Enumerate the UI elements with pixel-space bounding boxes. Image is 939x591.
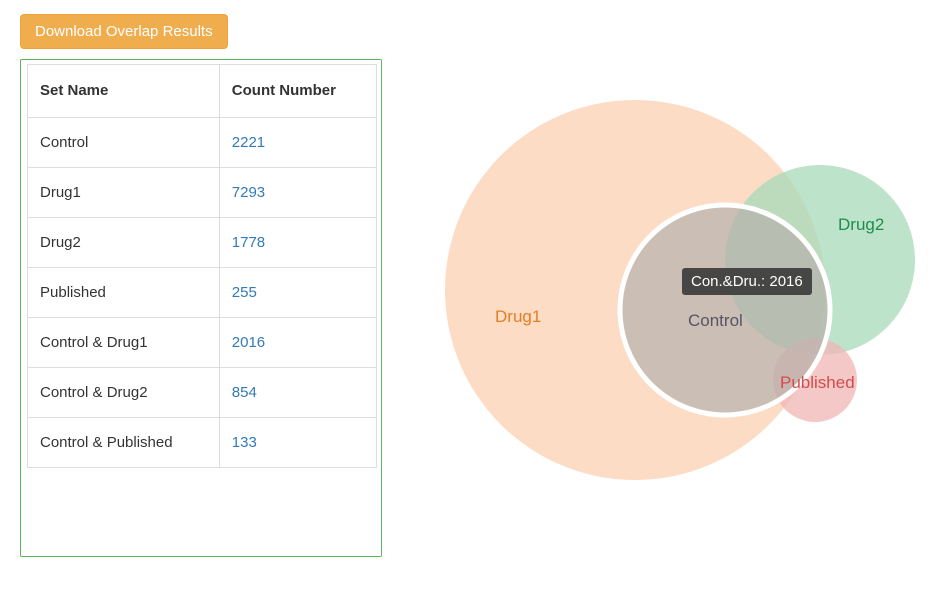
table-row: Control & Drug2 854 <box>28 368 377 418</box>
table-row: Published 255 <box>28 268 377 318</box>
venn-label-drug1: Drug1 <box>495 307 541 326</box>
col-set-name: Set Name <box>28 65 220 118</box>
cell-count[interactable]: 7293 <box>219 168 376 218</box>
cell-set-name: Control & Drug1 <box>28 318 220 368</box>
page-root: Download Overlap Results Set Name Count … <box>20 14 920 557</box>
results-panel: Set Name Count Number Control 2221 Drug1… <box>20 59 382 557</box>
results-table: Set Name Count Number Control 2221 Drug1… <box>27 64 377 468</box>
table-row: Control 2221 <box>28 118 377 168</box>
cell-count[interactable]: 133 <box>219 418 376 468</box>
table-row: Drug2 1778 <box>28 218 377 268</box>
results-scroll[interactable]: Set Name Count Number Control 2221 Drug1… <box>27 64 377 552</box>
venn-label-drug2: Drug2 <box>838 215 884 234</box>
cell-count[interactable]: 854 <box>219 368 376 418</box>
table-row: Control & Drug1 2016 <box>28 318 377 368</box>
cell-count[interactable]: 255 <box>219 268 376 318</box>
cell-set-name: Control <box>28 118 220 168</box>
col-count-number: Count Number <box>219 65 376 118</box>
cell-count[interactable]: 2016 <box>219 318 376 368</box>
cell-set-name: Control & Drug2 <box>28 368 220 418</box>
table-row: Drug1 7293 <box>28 168 377 218</box>
cell-set-name: Control & Published <box>28 418 220 468</box>
table-row: Control & Published 133 <box>28 418 377 468</box>
cell-count[interactable]: 1778 <box>219 218 376 268</box>
download-overlap-button[interactable]: Download Overlap Results <box>20 14 228 49</box>
venn-diagram[interactable]: Drug1 Control Drug2 Published Con.&Dru.:… <box>420 60 939 580</box>
venn-tooltip: Con.&Dru.: 2016 <box>682 268 812 295</box>
table-header-row: Set Name Count Number <box>28 65 377 118</box>
cell-count[interactable]: 2221 <box>219 118 376 168</box>
cell-set-name: Published <box>28 268 220 318</box>
venn-label-control: Control <box>688 311 743 330</box>
cell-set-name: Drug2 <box>28 218 220 268</box>
venn-label-published: Published <box>780 373 855 392</box>
venn-svg: Drug1 Control Drug2 Published <box>420 60 939 580</box>
cell-set-name: Drug1 <box>28 168 220 218</box>
